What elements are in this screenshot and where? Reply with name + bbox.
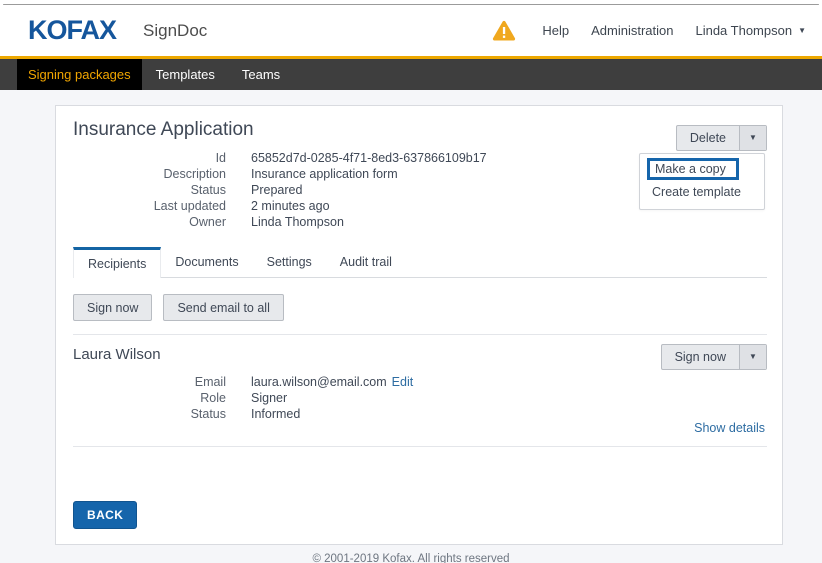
chevron-down-icon: ▼ [749, 134, 757, 142]
menu-item-create-template[interactable]: Create template [652, 185, 741, 199]
nav-item-signing-packages[interactable]: Signing packages [17, 59, 142, 90]
administration-link[interactable]: Administration [591, 23, 673, 38]
divider [73, 334, 767, 335]
recipient-email: laura.wilson@email.com [251, 375, 387, 389]
warning-icon[interactable] [492, 20, 516, 41]
detail-value: 65852d7d-0285-4f71-8ed3-637866109b17 [251, 150, 487, 166]
detail-row: Description Insurance application form [73, 166, 487, 182]
detail-label: Email [73, 374, 226, 390]
recipient-actions: Sign now Send email to all [73, 294, 284, 321]
menu-item-make-a-copy[interactable]: Make a copy [647, 158, 739, 180]
package-details: Id 65852d7d-0285-4f71-8ed3-637866109b17 … [73, 150, 487, 230]
detail-row: Last updated 2 minutes ago [73, 198, 487, 214]
product-name: SignDoc [143, 21, 207, 41]
send-email-to-all-button[interactable]: Send email to all [163, 294, 283, 321]
detail-value: Prepared [251, 182, 302, 198]
detail-row: Role Signer [73, 390, 413, 406]
user-menu[interactable]: Linda Thompson ▼ [695, 23, 806, 38]
delete-split-button: Delete ▼ [676, 125, 767, 151]
detail-label: Owner [73, 214, 226, 230]
detail-row: Status Prepared [73, 182, 487, 198]
main-nav: Signing packages Templates Teams [0, 59, 822, 90]
kofax-logo[interactable]: KOFAX [28, 15, 116, 46]
recipient-sign-now-button[interactable]: Sign now [662, 345, 739, 369]
detail-value: 2 minutes ago [251, 198, 330, 214]
detail-label: Description [73, 166, 226, 182]
detail-value: Informed [251, 406, 300, 422]
chevron-down-icon: ▼ [798, 27, 806, 35]
chevron-down-icon: ▼ [749, 353, 757, 361]
detail-label: Id [73, 150, 226, 166]
detail-row: Email laura.wilson@email.com Edit [73, 374, 413, 390]
sign-now-button[interactable]: Sign now [73, 294, 152, 321]
nav-item-templates[interactable]: Templates [143, 59, 228, 90]
recipient-name: Laura Wilson [73, 346, 161, 363]
show-details-link[interactable]: Show details [694, 421, 765, 435]
tab-recipients[interactable]: Recipients [73, 247, 161, 278]
recipient-details: Email laura.wilson@email.com Edit Role Si… [73, 374, 413, 422]
main-area: Insurance Application Id 65852d7d-0285-4… [0, 90, 822, 563]
back-button[interactable]: BACK [73, 501, 137, 529]
recipient-sign-menu-toggle[interactable]: ▼ [739, 345, 766, 369]
delete-button[interactable]: Delete [677, 126, 739, 150]
help-link[interactable]: Help [542, 23, 569, 38]
divider [73, 446, 767, 447]
detail-label: Last updated [73, 198, 226, 214]
signing-package-card: Insurance Application Id 65852d7d-0285-4… [55, 105, 783, 545]
detail-row: Owner Linda Thompson [73, 214, 487, 230]
detail-label: Status [73, 406, 226, 422]
detail-label: Role [73, 390, 226, 406]
detail-label: Status [73, 182, 226, 198]
page-title: Insurance Application [73, 119, 254, 141]
nav-item-teams[interactable]: Teams [229, 59, 293, 90]
detail-value: Signer [251, 390, 287, 406]
app-header: KOFAX SignDoc Help Administration Linda … [0, 5, 822, 56]
tab-documents[interactable]: Documents [161, 247, 252, 277]
tab-bar: Recipients Documents Settings Audit trai… [73, 247, 767, 278]
edit-email-link[interactable]: Edit [392, 375, 414, 389]
detail-value: Insurance application form [251, 166, 398, 182]
recipient-sign-split-button: Sign now ▼ [661, 344, 767, 370]
header-actions: Help Administration Linda Thompson ▼ [492, 20, 806, 41]
tab-settings[interactable]: Settings [253, 247, 326, 277]
detail-row: Id 65852d7d-0285-4f71-8ed3-637866109b17 [73, 150, 487, 166]
menu-item-label: Make a copy [650, 162, 726, 176]
detail-value: laura.wilson@email.com Edit [251, 374, 413, 390]
delete-dropdown-menu: Make a copy Create template [639, 153, 765, 210]
tab-audit-trail[interactable]: Audit trail [326, 247, 406, 277]
footer-copyright: © 2001-2019 Kofax. All rights reserved [0, 552, 822, 563]
user-name: Linda Thompson [695, 23, 792, 38]
detail-row: Status Informed [73, 406, 413, 422]
delete-menu-toggle[interactable]: ▼ [739, 126, 766, 150]
detail-value: Linda Thompson [251, 214, 344, 230]
